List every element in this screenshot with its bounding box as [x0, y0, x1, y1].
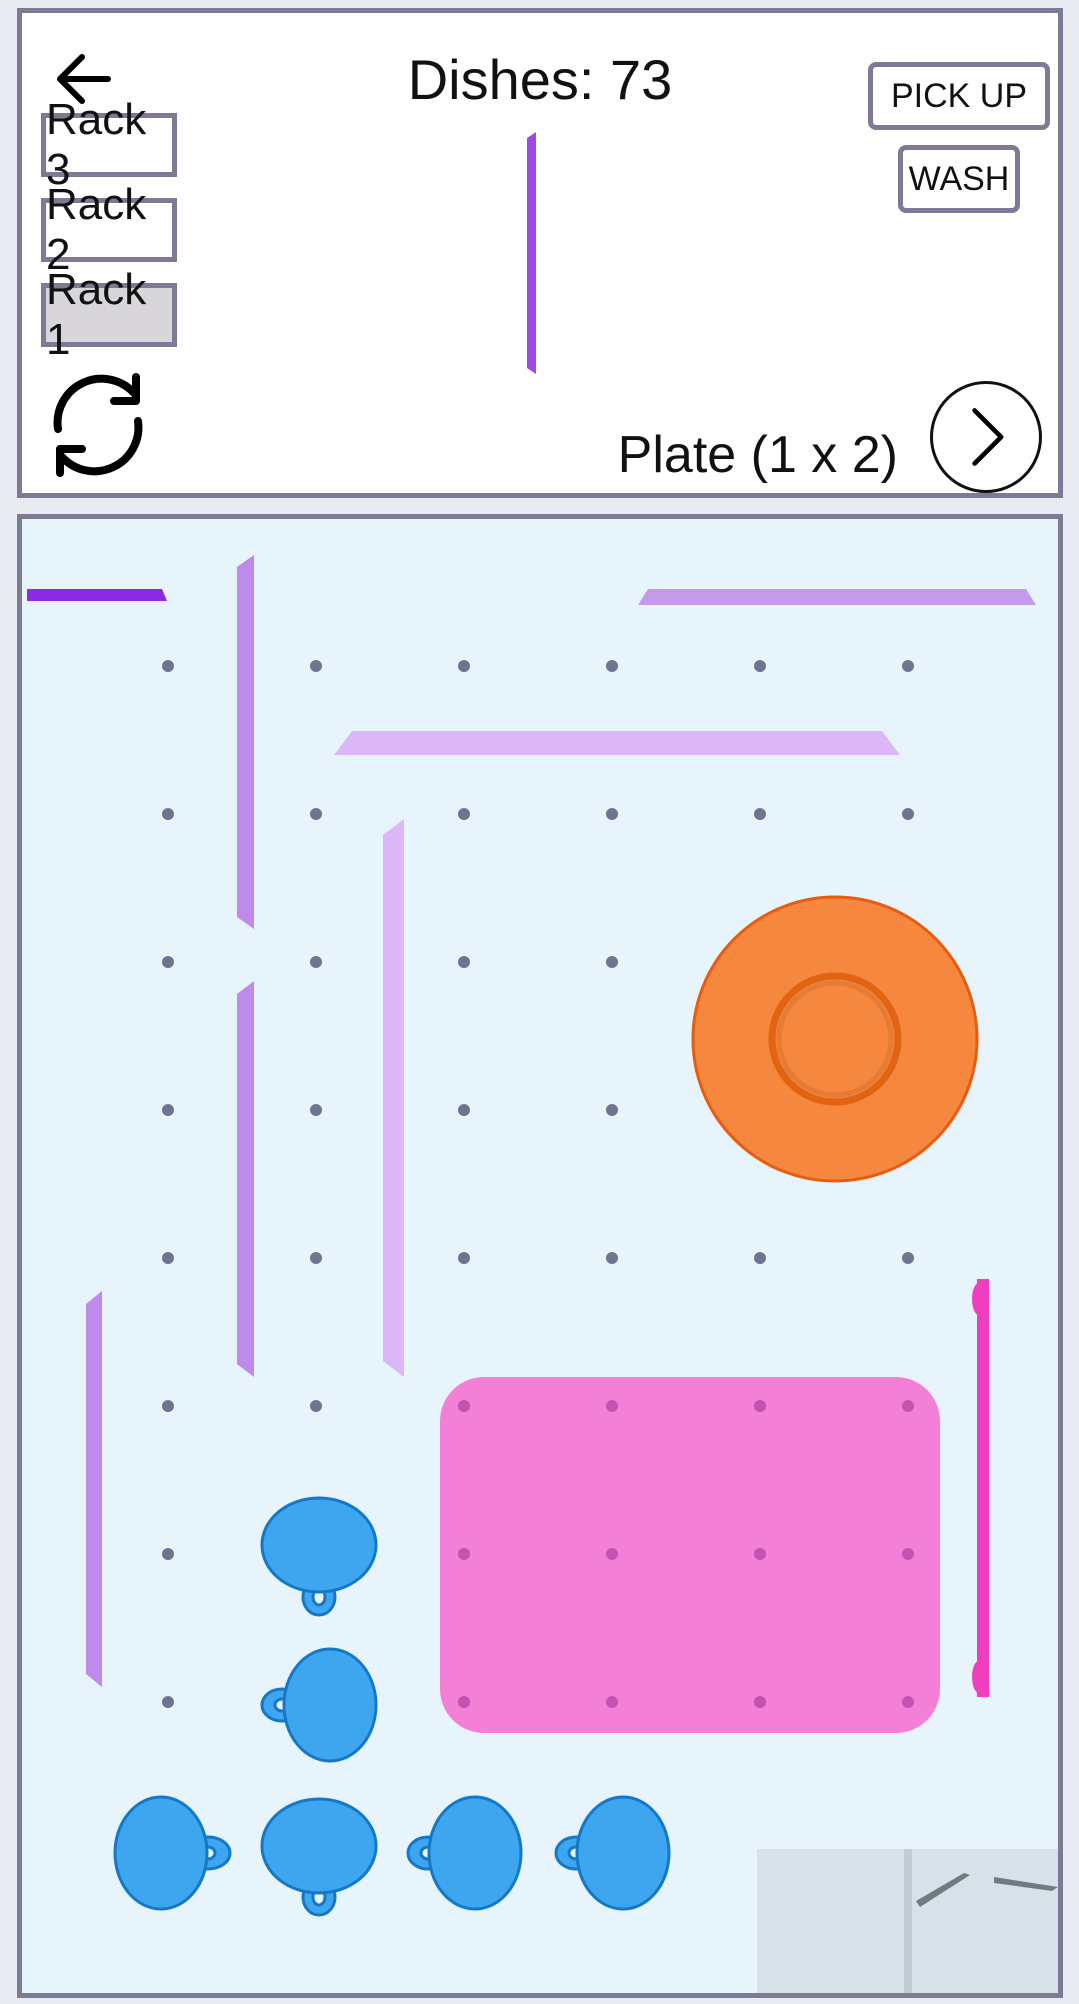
- rack-peg: [162, 1548, 174, 1560]
- tray-peg: [902, 1548, 914, 1560]
- rack-peg: [754, 808, 766, 820]
- rack-peg: [458, 1104, 470, 1116]
- next-item-button[interactable]: [930, 381, 1042, 493]
- dish-rack-board[interactable]: [17, 514, 1063, 1998]
- tray-peg: [458, 1400, 470, 1412]
- tray-peg: [754, 1696, 766, 1708]
- tray-peg: [458, 1548, 470, 1560]
- rack-peg: [754, 660, 766, 672]
- corner-tray: [757, 1849, 1058, 1993]
- rack-peg: [902, 808, 914, 820]
- chevron-right-icon: [972, 408, 1004, 466]
- utensil-piece[interactable]: [27, 589, 167, 601]
- blue-cup[interactable]: [554, 1795, 671, 1911]
- tray-peg: [902, 1696, 914, 1708]
- rack-peg: [902, 1252, 914, 1264]
- tray-peg: [754, 1400, 766, 1412]
- rack-peg: [310, 1104, 322, 1116]
- pink-tray[interactable]: [440, 1377, 940, 1733]
- utensil-piece[interactable]: [334, 731, 900, 755]
- utensil-piece[interactable]: [237, 981, 254, 1377]
- rack-peg: [162, 1696, 174, 1708]
- rack-peg: [606, 1252, 618, 1264]
- rack-peg: [162, 660, 174, 672]
- rack-peg: [162, 808, 174, 820]
- rack-peg: [902, 660, 914, 672]
- utensil-piece[interactable]: [86, 1291, 102, 1687]
- pink-bar-cap: [972, 1279, 989, 1319]
- selected-item-preview: [527, 132, 536, 374]
- rack-peg: [606, 808, 618, 820]
- blue-cup[interactable]: [260, 1797, 378, 1917]
- blue-cup[interactable]: [406, 1795, 523, 1911]
- tray-peg: [458, 1696, 470, 1708]
- rack-peg: [606, 956, 618, 968]
- rack-peg: [754, 1252, 766, 1264]
- tray-peg: [902, 1400, 914, 1412]
- rack-peg: [162, 1252, 174, 1264]
- tray-peg: [606, 1548, 618, 1560]
- blue-cup[interactable]: [113, 1795, 232, 1911]
- rack-peg: [310, 1252, 322, 1264]
- blue-cup[interactable]: [260, 1647, 378, 1763]
- rack-peg: [310, 1400, 322, 1412]
- tray-peg: [606, 1400, 618, 1412]
- blue-cup[interactable]: [260, 1496, 378, 1617]
- rack-peg: [310, 660, 322, 672]
- utensil-piece[interactable]: [638, 589, 1036, 605]
- utensil-piece[interactable]: [383, 819, 404, 1377]
- utensil-piece[interactable]: [237, 555, 254, 929]
- rack-peg: [310, 808, 322, 820]
- tray-peg: [754, 1548, 766, 1560]
- current-item-label: Plate (1 x 2): [617, 426, 898, 484]
- rack-peg: [310, 956, 322, 968]
- rack-peg: [458, 1252, 470, 1264]
- rotate-icon[interactable]: [38, 365, 158, 485]
- rack-canvas[interactable]: [22, 519, 1058, 1993]
- rack-peg: [162, 1104, 174, 1116]
- rack-peg: [458, 660, 470, 672]
- rack-peg: [606, 660, 618, 672]
- rack-peg: [458, 808, 470, 820]
- control-panel: Dishes: 73 Rack 3 Rack 2 Rack 1 PICK UP …: [17, 8, 1063, 498]
- pink-bar-cap: [972, 1657, 989, 1697]
- orange-plate-center: [768, 972, 902, 1106]
- rack-peg: [606, 1104, 618, 1116]
- rack-peg: [458, 956, 470, 968]
- rack-peg: [162, 1400, 174, 1412]
- tray-peg: [606, 1696, 618, 1708]
- pink-side-bar[interactable]: [977, 1279, 989, 1697]
- rack-peg: [162, 956, 174, 968]
